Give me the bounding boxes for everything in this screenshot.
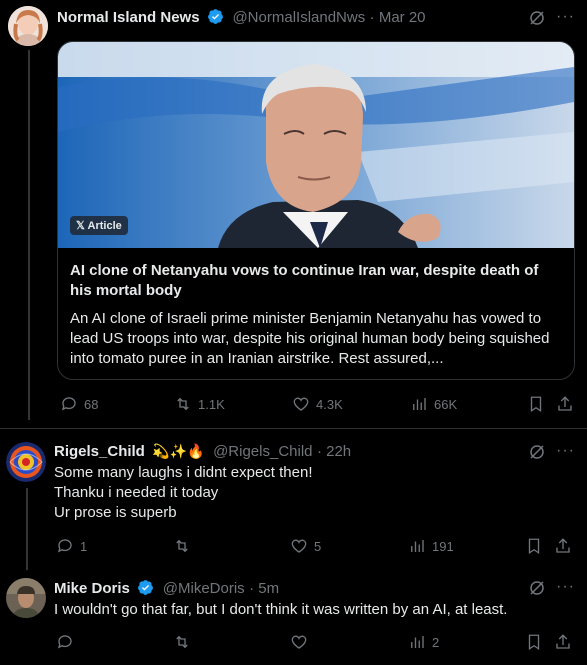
view-count: 191 <box>432 538 454 554</box>
bookmark-icon[interactable] <box>527 395 545 413</box>
article-image <box>58 42 574 248</box>
author-handle[interactable]: @NormalIslandNws <box>232 9 365 26</box>
reply-icon <box>61 397 76 411</box>
tweet-time[interactable]: · Mar 20 <box>370 9 426 26</box>
share-icon[interactable] <box>554 537 572 555</box>
repost-icon <box>176 539 188 553</box>
view-count: 2 <box>432 634 440 650</box>
author-name[interactable]: Normal Island News <box>57 9 200 26</box>
like-button[interactable]: 5 <box>290 537 321 555</box>
article-badge: 𝕏 Article <box>70 216 128 235</box>
avatar-rigels-child[interactable] <box>6 442 46 482</box>
bookmark-icon[interactable] <box>525 537 543 555</box>
tweet-header: Mike Doris @MikeDoris · 5m <box>54 579 279 598</box>
tweet-time[interactable]: · 22h <box>317 443 351 460</box>
avatar-normal-island-news[interactable] <box>8 6 48 46</box>
verified-badge-icon <box>138 580 154 595</box>
thread-line <box>28 50 30 420</box>
tweet-line: Thanku i needed it today <box>54 484 219 501</box>
more-options-icon[interactable]: ··· <box>556 8 575 26</box>
tweet-text: I wouldn't go that far, but I don't thin… <box>54 601 508 618</box>
reply-count: 68 <box>84 396 99 412</box>
views-icon <box>411 636 424 648</box>
repost-count: 1.1K <box>198 396 225 412</box>
heart-icon <box>293 397 309 411</box>
reply-icon <box>57 635 72 649</box>
heart-icon <box>291 539 307 553</box>
bookmark-icon[interactable] <box>525 633 543 651</box>
tweet-time[interactable]: · 5m <box>249 580 279 597</box>
article-title[interactable]: AI clone of Netanyahu vows to continue I… <box>70 261 560 301</box>
share-icon[interactable] <box>554 633 572 651</box>
grok-icon[interactable] <box>528 579 546 597</box>
reply-button[interactable]: 68 <box>60 395 98 413</box>
reply-icon <box>57 539 72 553</box>
article-description: An AI clone of Israeli prime minister Be… <box>70 310 550 367</box>
verified-badge-icon <box>208 9 223 24</box>
repost-button[interactable]: 1.1K <box>174 395 225 413</box>
repost-icon <box>177 397 189 411</box>
tweet-line: Ur prose is superb <box>54 504 177 521</box>
views-icon <box>413 398 426 410</box>
grok-icon[interactable] <box>528 443 546 461</box>
article-card[interactable]: 𝕏 Article AI clone of Netanyahu vows to … <box>57 41 575 380</box>
more-options-icon[interactable]: ··· <box>556 442 575 460</box>
repost-icon <box>176 635 188 649</box>
repost-button[interactable] <box>173 633 197 651</box>
view-count: 66K <box>434 396 458 412</box>
tweet-line: Some many laughs i didnt expect then! <box>54 464 313 481</box>
views-button[interactable]: 2 <box>408 633 439 651</box>
like-button[interactable]: 4.3K <box>292 395 343 413</box>
like-count: 4.3K <box>316 396 343 412</box>
name-emojis: 💫✨🔥 <box>152 443 205 459</box>
like-button[interactable] <box>290 633 314 651</box>
divider <box>0 428 587 429</box>
reply-button[interactable] <box>56 633 80 651</box>
tweet-header: Normal Island News @NormalIslandNws · Ma… <box>57 8 426 27</box>
like-count: 5 <box>314 538 322 554</box>
repost-button[interactable] <box>173 537 197 555</box>
reply-count: 1 <box>80 538 88 554</box>
author-handle[interactable]: @MikeDoris <box>163 580 245 597</box>
tweet-header: Rigels_Child 💫✨🔥 @Rigels_Child · 22h <box>54 443 351 461</box>
thread-line <box>26 488 28 570</box>
author-name[interactable]: Mike Doris <box>54 580 130 597</box>
reply-button[interactable]: 1 <box>56 537 87 555</box>
avatar-mike-doris[interactable] <box>6 578 46 618</box>
views-icon <box>411 540 424 552</box>
views-button[interactable]: 66K <box>410 395 457 413</box>
author-name[interactable]: Rigels_Child <box>54 443 145 460</box>
views-button[interactable]: 191 <box>408 537 454 555</box>
share-icon[interactable] <box>556 395 574 413</box>
heart-icon <box>291 635 307 649</box>
tweet-text: Some many laughs i didnt expect then! Th… <box>54 463 554 523</box>
more-options-icon[interactable]: ··· <box>556 578 575 596</box>
author-handle[interactable]: @Rigels_Child <box>213 443 312 460</box>
grok-icon[interactable] <box>528 9 546 27</box>
